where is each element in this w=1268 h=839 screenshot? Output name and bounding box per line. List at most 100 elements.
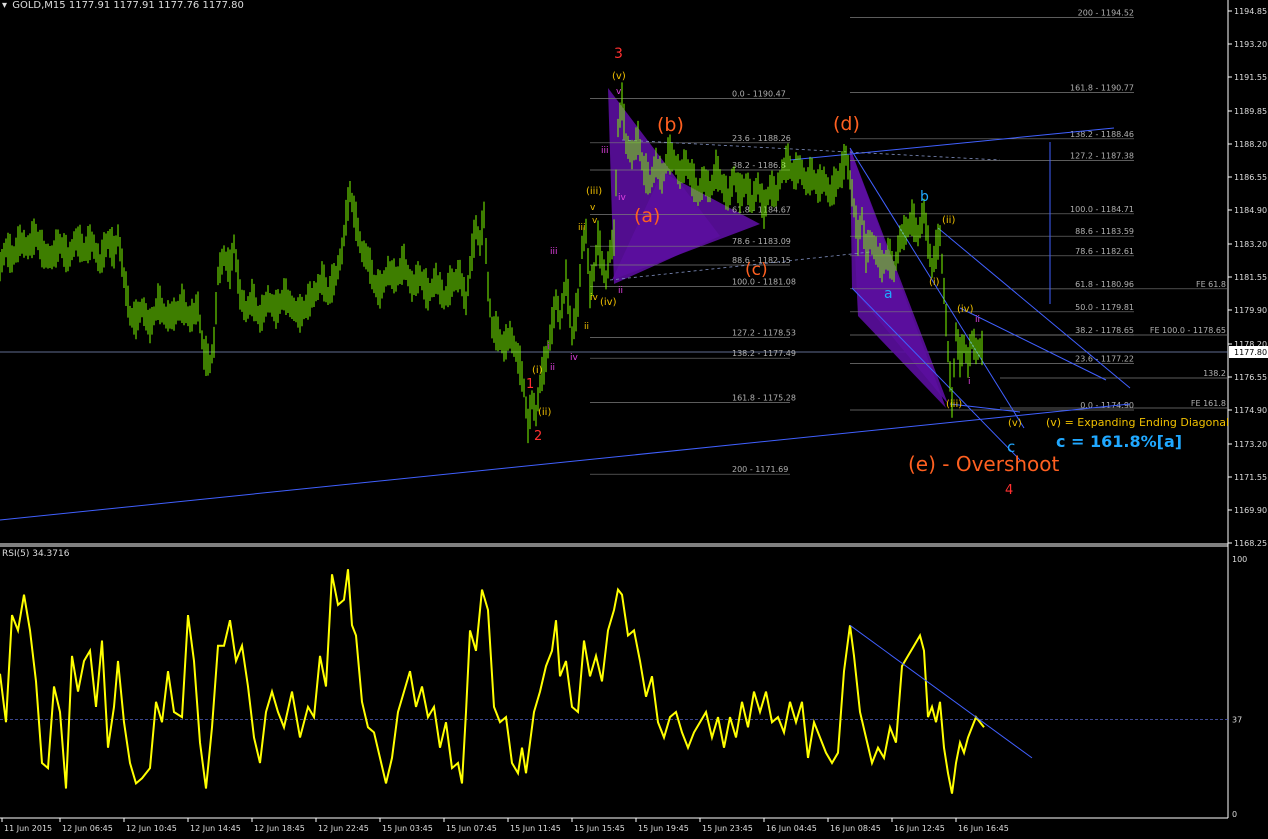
fib-level-label: 100.0 - 1184.71	[1070, 205, 1134, 214]
price-tick-label: 1184.90	[1234, 206, 1267, 215]
minor-label: (iii)	[946, 399, 962, 410]
chart-area[interactable]: 1194.85 1193.20 1191.55 1189.85 1188.20 1186.…	[0, 0, 1268, 835]
low-value: 1177.76	[157, 0, 200, 11]
price-tick-label: 1171.55	[1234, 473, 1267, 482]
wave-label-e-overshoot: (e) - Overshoot	[908, 452, 1060, 476]
ohlc-header: ▾ GOLD,M15 1177.91 1177.91 1177.76 1177.…	[2, 0, 244, 11]
roman-label: ii	[975, 315, 980, 325]
wave-label-4: 4	[1005, 483, 1013, 498]
wave-label-b: b	[920, 189, 929, 205]
time-tick-label: 15 Jun 11:45	[510, 824, 561, 833]
dashed-connector	[621, 139, 1001, 161]
wave-label-c: c	[1007, 438, 1015, 456]
fib-level-label: 88.6 - 1183.59	[1075, 227, 1134, 236]
time-tick-label: 12 Jun 22:45	[318, 824, 369, 833]
price-chart-svg[interactable]: 1194.85 1193.20 1191.55 1189.85 1188.20 1186.…	[0, 0, 1268, 835]
roman-label: iii	[578, 223, 586, 233]
minor-label: (i)	[929, 277, 940, 288]
price-tick-label: 1186.55	[1234, 173, 1267, 182]
price-axis: 1194.85 1193.20 1191.55 1189.85 1188.20 1186.…	[1228, 7, 1267, 548]
time-tick-label: 12 Jun 18:45	[254, 824, 305, 833]
time-tick-label: 12 Jun 10:45	[126, 824, 177, 833]
roman-label: i	[968, 377, 971, 387]
time-tick-label: 16 Jun 12:45	[894, 824, 945, 833]
fib-level-label: 61.8 - 1184.67	[732, 206, 791, 215]
price-tick-label: 1194.85	[1234, 7, 1267, 16]
roman-label: ii	[550, 363, 555, 373]
roman-label: ii	[584, 322, 589, 332]
rsi-label: RSI(5) 34.3716	[2, 549, 70, 559]
time-tick-label: 12 Jun 14:45	[190, 824, 241, 833]
rsi-series-line	[0, 569, 985, 794]
minor-label: (iv)	[957, 304, 974, 315]
fib-level-label: 50.0 - 1179.81	[1075, 303, 1134, 312]
fib-level-label: 38.2 - 1186.8	[732, 161, 786, 170]
price-tick-label: 1189.85	[1234, 107, 1267, 116]
price-tick-label: 1173.20	[1234, 440, 1267, 449]
open-value: 1177.91	[68, 0, 111, 11]
fib-level-label: 78.6 - 1183.09	[732, 237, 791, 246]
time-tick-label: 11 Jun 2015	[4, 824, 52, 833]
price-tick-label: 1169.90	[1234, 506, 1267, 515]
symbol-label: GOLD,M15	[12, 0, 66, 11]
fib-level-label: 23.6 - 1177.22	[1075, 355, 1134, 364]
fe-level-label: FE 161.8	[1191, 399, 1226, 408]
rsi-tick-label: 100	[1232, 555, 1247, 564]
rsi-tick-label: 37	[1232, 716, 1242, 725]
roman-label: v	[592, 216, 598, 226]
ending-diagonal-label: (v) = Expanding Ending Diagonal	[1046, 416, 1229, 429]
rsi-axis: 100 37 0	[1232, 555, 1247, 819]
channel-line-2	[851, 287, 1021, 461]
wave-label-a: a	[884, 286, 893, 302]
high-value: 1177.91	[113, 0, 155, 11]
fib-level-label: 200 - 1171.69	[732, 465, 788, 474]
roman-label: iv	[590, 293, 599, 303]
fib-level-label: 161.8 - 1190.77	[1070, 84, 1134, 93]
fib-level-label: 23.6 - 1188.26	[732, 134, 791, 143]
minor-label: (v)	[1008, 418, 1022, 429]
rsi-tick-label: 0	[1232, 810, 1237, 819]
time-tick-label: 15 Jun 15:45	[574, 824, 625, 833]
fib-level-label: 127.2 - 1178.53	[732, 328, 796, 337]
minor-label: (ii)	[538, 407, 551, 418]
wave-label-c-paren: (c)	[745, 260, 768, 280]
price-tick-label: 1188.20	[1234, 140, 1267, 149]
time-tick-label: 15 Jun 23:45	[702, 824, 753, 833]
time-tick-label: 12 Jun 06:45	[62, 824, 113, 833]
wave-label-1: 1	[526, 377, 534, 392]
time-tick-label: 15 Jun 03:45	[382, 824, 433, 833]
fib-level-label: 38.2 - 1178.65	[1075, 326, 1134, 335]
minor-label: (ii)	[942, 215, 955, 226]
minor-label: (iv)	[600, 297, 617, 308]
roman-label: v	[616, 87, 622, 97]
price-tick-label: 1174.90	[1234, 406, 1267, 415]
dropdown-triangle-icon[interactable]: ▾	[2, 0, 7, 11]
time-tick-label: 15 Jun 07:45	[446, 824, 497, 833]
price-tick-label: 1193.20	[1234, 40, 1267, 49]
current-price-label: 1177.80	[1234, 348, 1267, 357]
fe-level-label: 138.2	[1203, 369, 1226, 378]
price-tick-label: 1176.55	[1234, 373, 1267, 382]
roman-label: v	[590, 203, 596, 213]
fib-level-label: 161.8 - 1175.28	[732, 393, 796, 402]
fib-level-label: 61.8 - 1180.96	[1075, 280, 1134, 289]
wave-label-b-paren: (b)	[657, 114, 684, 136]
time-tick-label: 15 Jun 19:45	[638, 824, 689, 833]
time-tick-label: 16 Jun 04:45	[766, 824, 817, 833]
price-tick-label: 1168.25	[1234, 539, 1267, 548]
price-tick-label: 1181.55	[1234, 273, 1267, 282]
time-tick-label: 16 Jun 16:45	[958, 824, 1009, 833]
fe-level-label: FE 100.0 - 1178.65	[1150, 326, 1226, 335]
wave-label-a-paren: (a)	[634, 205, 660, 227]
wave-label-2: 2	[534, 429, 542, 444]
price-tick-label: 1183.20	[1234, 240, 1267, 249]
wave-label-d-paren: (d)	[833, 113, 860, 135]
fib-level-label: 200 - 1194.52	[1078, 9, 1134, 18]
fe-level-label: FE 61.8	[1196, 280, 1226, 289]
price-tick-label: 1179.90	[1234, 306, 1267, 315]
minor-label: (v)	[612, 71, 626, 82]
wave-label-3: 3	[614, 46, 623, 62]
rsi-trendline	[849, 624, 1033, 759]
time-tick-label: 16 Jun 08:45	[830, 824, 881, 833]
roman-label: iii	[550, 247, 558, 257]
